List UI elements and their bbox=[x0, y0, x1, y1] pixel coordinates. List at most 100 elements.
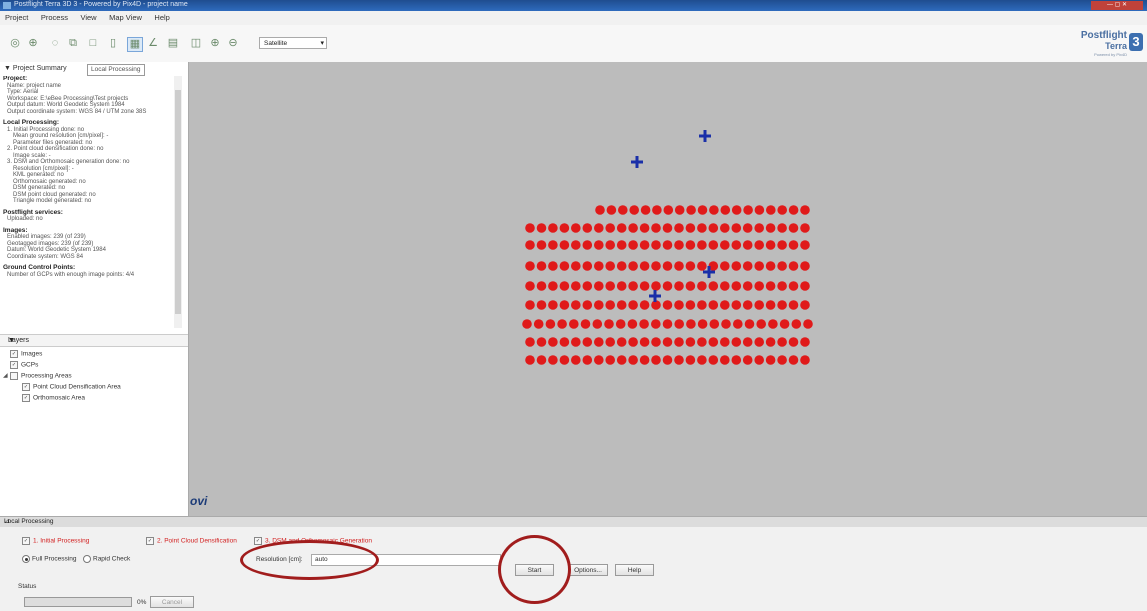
image-position-dot[interactable] bbox=[559, 337, 570, 347]
image-position-dot[interactable] bbox=[628, 281, 638, 291]
image-position-dot[interactable] bbox=[754, 240, 764, 250]
image-position-dot[interactable] bbox=[651, 240, 661, 250]
image-position-dot[interactable] bbox=[720, 240, 730, 250]
image-position-dot[interactable] bbox=[533, 319, 544, 329]
image-position-dot[interactable] bbox=[627, 319, 638, 329]
layers-icon[interactable]: ◫ bbox=[189, 37, 203, 50]
image-position-dot[interactable] bbox=[628, 261, 638, 271]
image-position-dot[interactable] bbox=[651, 319, 661, 329]
image-position-dot[interactable] bbox=[595, 205, 605, 215]
image-position-dot[interactable] bbox=[640, 205, 651, 215]
expand-arrow-icon[interactable]: ◢ bbox=[3, 372, 8, 379]
image-position-dot[interactable] bbox=[766, 205, 776, 215]
rapid-check-radio[interactable]: Rapid Check bbox=[83, 555, 130, 563]
checkbox-checked[interactable]: ✓ bbox=[22, 394, 30, 402]
image-position-dot[interactable] bbox=[742, 337, 753, 347]
image-position-dot[interactable] bbox=[605, 240, 615, 250]
map-canvas[interactable] bbox=[189, 62, 1147, 516]
image-position-dot[interactable] bbox=[731, 281, 742, 291]
image-position-dot[interactable] bbox=[559, 223, 570, 233]
image-position-dot[interactable] bbox=[592, 319, 603, 329]
image-position-dot[interactable] bbox=[639, 319, 649, 329]
image-position-dot[interactable] bbox=[663, 205, 674, 215]
image-position-dot[interactable] bbox=[536, 300, 547, 310]
image-position-dot[interactable] bbox=[652, 205, 662, 215]
menu-view[interactable]: View bbox=[75, 11, 101, 24]
image-position-dot[interactable] bbox=[708, 223, 719, 233]
image-position-dot[interactable] bbox=[548, 300, 558, 310]
checkbox-checked[interactable]: ✓ bbox=[254, 537, 262, 545]
image-position-dot[interactable] bbox=[788, 223, 799, 233]
image-position-dot[interactable] bbox=[779, 319, 790, 329]
image-position-dot[interactable] bbox=[777, 261, 787, 271]
image-position-dot[interactable] bbox=[800, 355, 810, 365]
image-position-dot[interactable] bbox=[639, 355, 650, 365]
image-position-dot[interactable] bbox=[708, 355, 719, 365]
image-position-dot[interactable] bbox=[639, 300, 650, 310]
summary-scrollbar[interactable] bbox=[174, 76, 182, 328]
image-position-dot[interactable] bbox=[731, 240, 742, 250]
local-processing-icon[interactable]: ⧉ bbox=[66, 37, 80, 50]
image-position-dot[interactable] bbox=[720, 205, 731, 215]
image-position-dot[interactable] bbox=[662, 355, 673, 365]
image-position-dot[interactable] bbox=[559, 240, 570, 250]
image-position-dot[interactable] bbox=[605, 355, 615, 365]
image-position-dot[interactable] bbox=[697, 261, 707, 271]
image-position-dot[interactable] bbox=[628, 240, 638, 250]
image-position-dot[interactable] bbox=[559, 281, 570, 291]
image-position-dot[interactable] bbox=[768, 319, 778, 329]
image-position-dot[interactable] bbox=[765, 300, 776, 310]
image-position-dot[interactable] bbox=[605, 300, 615, 310]
image-position-dot[interactable] bbox=[594, 281, 604, 291]
image-position-dot[interactable] bbox=[800, 300, 810, 310]
layers-header[interactable]: ▼ Layers bbox=[0, 334, 188, 347]
image-position-dot[interactable] bbox=[618, 205, 628, 215]
image-position-dot[interactable] bbox=[536, 355, 547, 365]
image-position-dot[interactable] bbox=[720, 223, 730, 233]
image-position-dot[interactable] bbox=[628, 223, 638, 233]
image-position-dot[interactable] bbox=[674, 223, 684, 233]
image-position-dot[interactable] bbox=[582, 223, 593, 233]
image-position-dot[interactable] bbox=[777, 300, 787, 310]
image-position-dot[interactable] bbox=[548, 240, 558, 250]
image-position-dot[interactable] bbox=[709, 205, 719, 215]
image-position-dot[interactable] bbox=[662, 319, 673, 329]
layer-ortho-area[interactable]: ✓ Orthomosaic Area bbox=[22, 394, 85, 402]
layer-images[interactable]: ✓ Images bbox=[10, 350, 42, 358]
pin-icon[interactable]: ⊿ bbox=[4, 517, 1144, 525]
image-position-dot[interactable] bbox=[803, 319, 813, 329]
image-position-dot[interactable] bbox=[697, 319, 708, 329]
window-controls[interactable]: — ▢ ✕ bbox=[1091, 1, 1143, 10]
image-position-dot[interactable] bbox=[685, 355, 696, 365]
radio[interactable] bbox=[83, 555, 91, 563]
image-position-dot[interactable] bbox=[674, 261, 684, 271]
options-button[interactable]: Options... bbox=[568, 564, 608, 576]
image-position-dot[interactable] bbox=[754, 300, 764, 310]
checkbox-checked[interactable]: ✓ bbox=[10, 350, 18, 358]
image-position-dot[interactable] bbox=[639, 281, 650, 291]
image-position-dot[interactable] bbox=[536, 240, 547, 250]
image-position-dot[interactable] bbox=[777, 337, 787, 347]
help-button[interactable]: Help bbox=[615, 564, 654, 576]
image-position-dot[interactable] bbox=[548, 281, 558, 291]
image-position-dot[interactable] bbox=[674, 355, 684, 365]
image-position-dot[interactable] bbox=[571, 240, 581, 250]
image-position-dot[interactable] bbox=[697, 205, 708, 215]
image-position-dot[interactable] bbox=[686, 319, 696, 329]
image-position-dot[interactable] bbox=[685, 281, 696, 291]
image-position-dot[interactable] bbox=[708, 337, 719, 347]
image-position-dot[interactable] bbox=[604, 319, 614, 329]
image-position-dot[interactable] bbox=[525, 300, 535, 310]
image-position-dot[interactable] bbox=[594, 355, 604, 365]
image-position-dot[interactable] bbox=[788, 261, 799, 271]
image-position-dot[interactable] bbox=[545, 319, 556, 329]
image-position-dot[interactable] bbox=[662, 240, 673, 250]
image-position-dot[interactable] bbox=[674, 281, 684, 291]
image-position-dot[interactable] bbox=[742, 300, 753, 310]
image-position-dot[interactable] bbox=[756, 319, 766, 329]
image-position-dot[interactable] bbox=[754, 281, 764, 291]
image-position-dot[interactable] bbox=[616, 281, 627, 291]
image-position-dot[interactable] bbox=[731, 337, 742, 347]
image-position-dot[interactable] bbox=[628, 355, 638, 365]
crosshair-icon[interactable]: ⊕ bbox=[26, 37, 40, 50]
